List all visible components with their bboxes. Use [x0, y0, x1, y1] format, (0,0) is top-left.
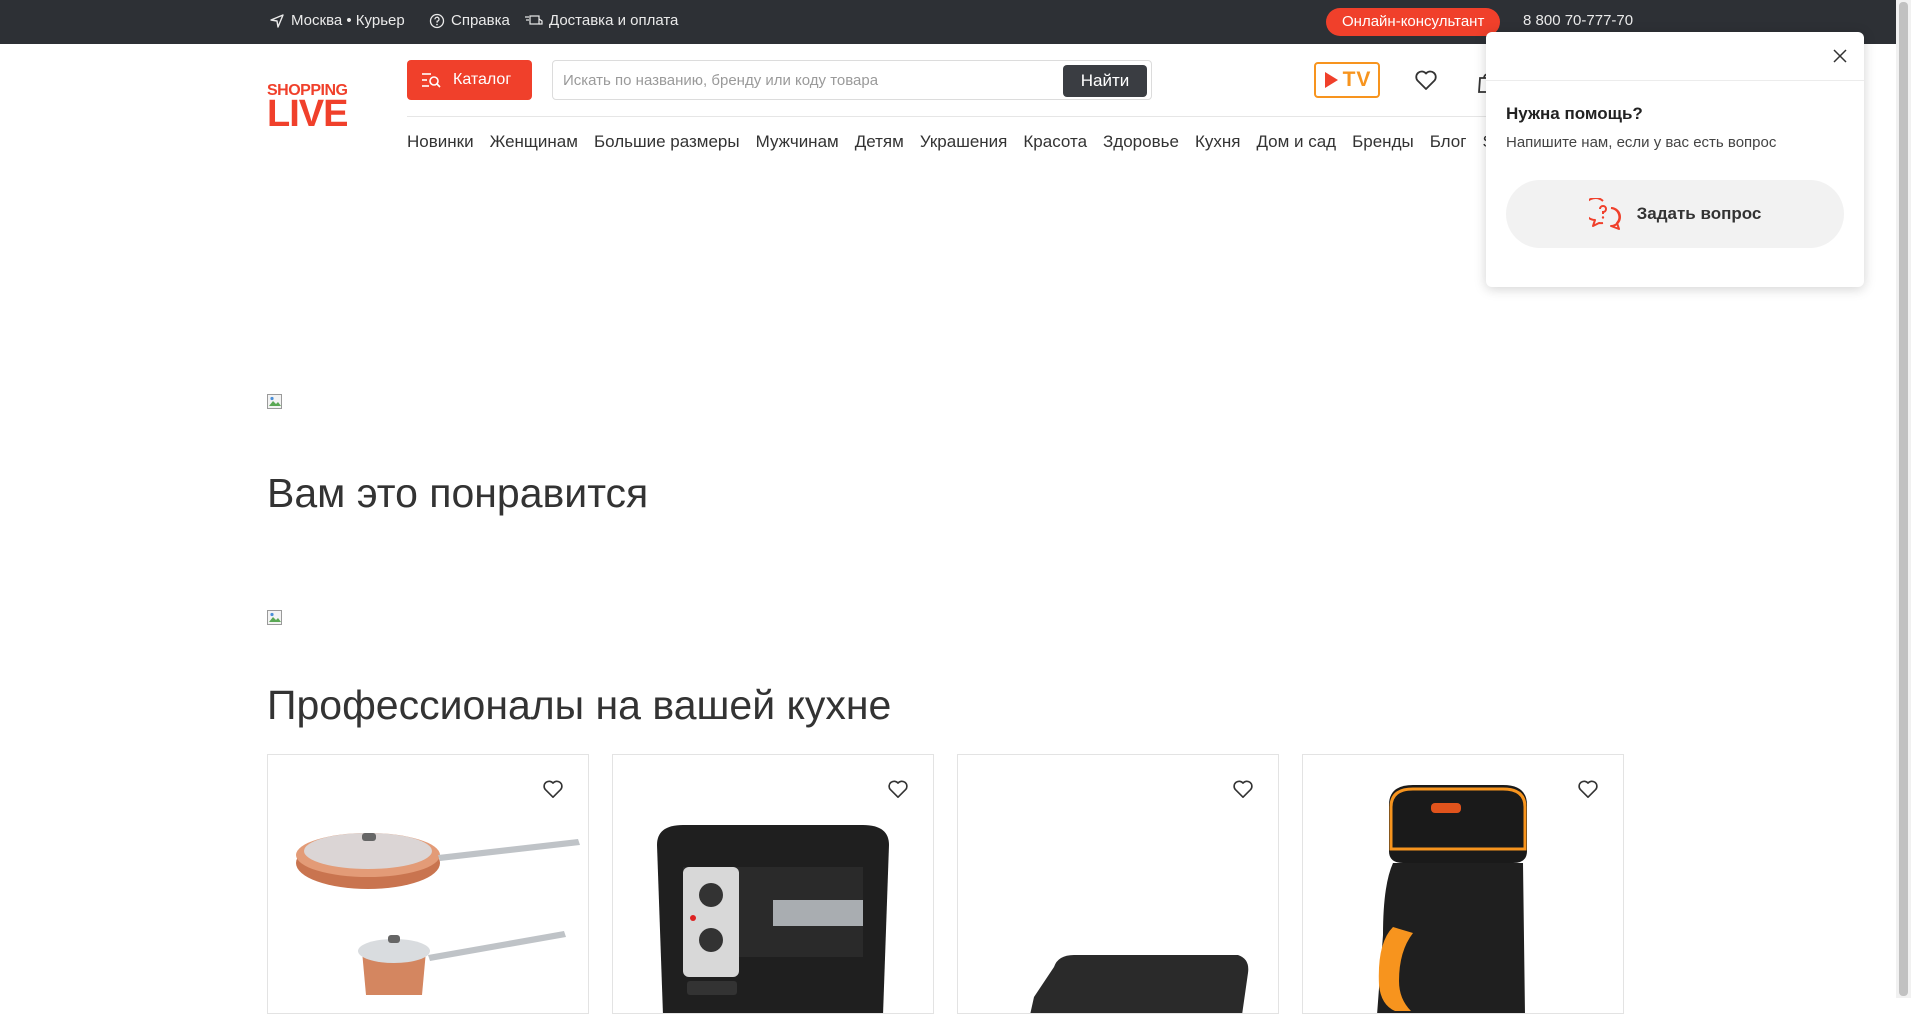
product-card[interactable] — [1302, 754, 1624, 1014]
favorites-heart-icon[interactable] — [1414, 69, 1438, 91]
nav-item-men[interactable]: Мужчинам — [756, 132, 839, 152]
tv-button[interactable]: TV — [1314, 62, 1380, 98]
question-circle-icon — [429, 13, 445, 28]
coffee-maker-image — [1377, 785, 1527, 1013]
delivery-label: Доставка и оплата — [549, 12, 679, 29]
popup-divider — [1486, 80, 1864, 81]
search-button[interactable]: Найти — [1063, 65, 1147, 97]
nav-item-kitchen[interactable]: Кухня — [1195, 132, 1241, 152]
nav-item-home-garden[interactable]: Дом и сад — [1256, 132, 1336, 152]
product-card[interactable] — [267, 754, 589, 1014]
kitchen-section-title: Профессионалы на вашей кухне — [267, 682, 892, 728]
recommend-section-title: Вам это понравится — [267, 470, 649, 516]
shopping-live-logo[interactable]: SHOPPING LIVE — [267, 82, 361, 138]
page-scrollbar[interactable] — [1896, 0, 1911, 998]
catalog-menu-icon — [422, 73, 441, 88]
chat-question-icon — [1588, 198, 1621, 230]
nav-item-brands[interactable]: Бренды — [1352, 132, 1414, 152]
nav-item-women[interactable]: Женщинам — [490, 132, 578, 152]
nav-item-plus-size[interactable]: Большие размеры — [594, 132, 740, 152]
nav-item-blog[interactable]: Блог — [1430, 132, 1467, 152]
help-popup: Нужна помощь? Напишите нам, если у вас е… — [1486, 32, 1864, 287]
catalog-button[interactable]: Каталог — [407, 60, 532, 100]
black-device-image — [1030, 955, 1249, 1013]
nav-item-kids[interactable]: Детям — [855, 132, 904, 152]
product-card[interactable] — [957, 754, 1279, 1014]
tv-label: TV — [1342, 68, 1372, 91]
product-card[interactable] — [612, 754, 934, 1014]
broken-image-icon — [267, 610, 282, 625]
delivery-truck-icon — [525, 14, 543, 25]
search-bar: Найти — [552, 60, 1152, 100]
catalog-label: Каталог — [453, 71, 512, 88]
play-icon — [1324, 72, 1338, 88]
popup-title: Нужна помощь? — [1506, 104, 1643, 123]
logo-text-bottom: LIVE — [267, 93, 348, 135]
ask-question-label: Задать вопрос — [1636, 204, 1762, 223]
header-divider — [407, 116, 1627, 117]
copper-cookware-image — [296, 833, 580, 995]
nav-item-beauty[interactable]: Красота — [1023, 132, 1087, 152]
broken-image-icon — [267, 394, 282, 409]
location-arrow-icon — [270, 13, 284, 28]
scrollbar-thumb[interactable] — [1899, 2, 1908, 996]
location-label: Москва • Курьер — [291, 12, 405, 29]
help-link[interactable]: Справка — [429, 12, 510, 29]
search-input[interactable] — [563, 69, 1043, 91]
close-icon[interactable] — [1832, 48, 1848, 64]
phone-number[interactable]: 8 800 70-777-70 — [1523, 12, 1633, 29]
nav-item-jewelry[interactable]: Украшения — [920, 132, 1008, 152]
ask-question-button[interactable]: Задать вопрос — [1506, 180, 1844, 248]
online-consultant-button[interactable]: Онлайн-консультант — [1326, 8, 1501, 36]
delivery-link[interactable]: Доставка и оплата — [525, 12, 678, 29]
help-label: Справка — [451, 12, 510, 29]
location-selector[interactable]: Москва • Курьер — [269, 12, 405, 29]
popup-subtitle: Напишите нам, если у вас есть вопрос — [1506, 134, 1777, 151]
main-navigation: Новинки Женщинам Большие размеры Мужчина… — [407, 132, 1494, 152]
nav-item-health[interactable]: Здоровье — [1103, 132, 1179, 152]
air-fryer-image — [657, 825, 889, 1013]
nav-item-new[interactable]: Новинки — [407, 132, 474, 152]
